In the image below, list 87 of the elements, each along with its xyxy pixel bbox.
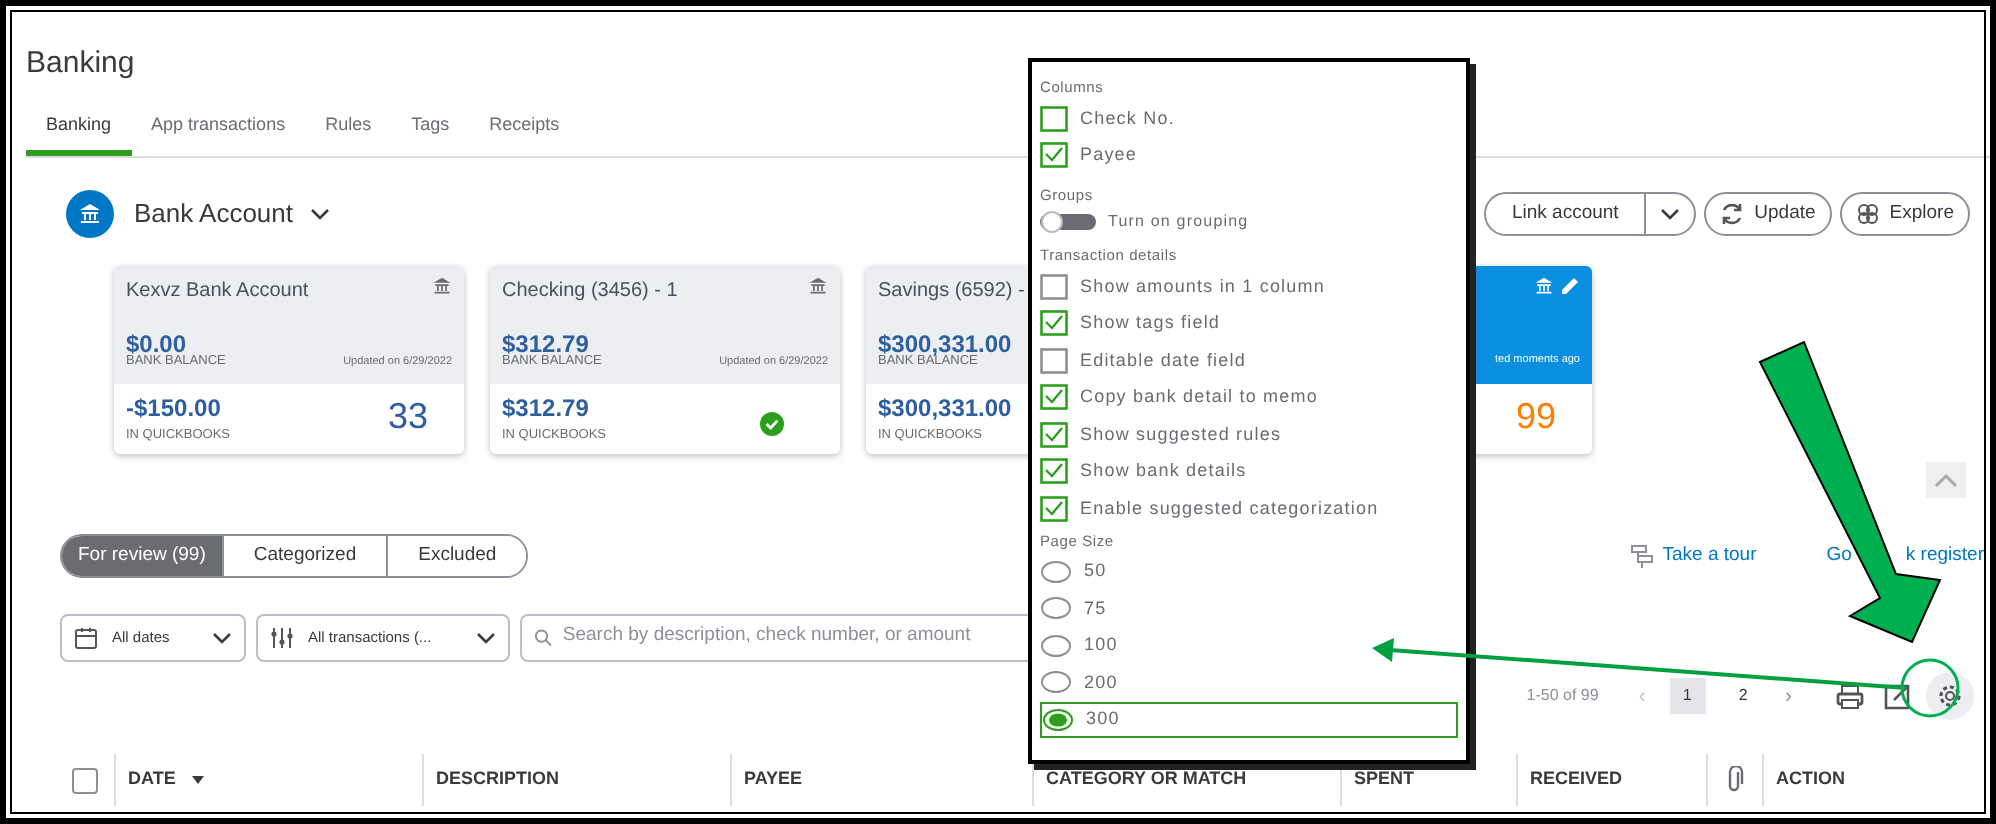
tab[interactable]: Rules xyxy=(305,112,392,156)
select-all-checkbox[interactable] xyxy=(72,767,98,793)
tab[interactable]: Banking xyxy=(26,112,132,156)
toggle-label: Turn on grouping xyxy=(1108,210,1249,234)
settings-button[interactable] xyxy=(1926,672,1974,720)
radio-label: 100 xyxy=(1084,632,1118,658)
checkbox[interactable] xyxy=(1040,273,1068,300)
register-link[interactable]: k register xyxy=(1905,541,1984,571)
radio-label: 50 xyxy=(1084,558,1107,584)
printer-icon xyxy=(1836,683,1864,709)
column-header[interactable]: CATEGORY OR MATCH xyxy=(1046,766,1247,794)
checkbox-label: Payee xyxy=(1080,142,1138,168)
bank-balance: $300,331.00 xyxy=(878,330,1012,358)
column-header[interactable]: ACTION xyxy=(1776,766,1845,794)
checkbox[interactable] xyxy=(1040,421,1068,448)
tab[interactable]: Receipts xyxy=(469,112,580,156)
bank-balance: $312.79 xyxy=(502,330,589,358)
bank-icon xyxy=(1534,276,1554,296)
chevron-up-icon xyxy=(1934,472,1958,488)
checkbox[interactable] xyxy=(1040,347,1068,374)
bank-icon xyxy=(808,276,828,296)
account-name: Savings (6592) - xyxy=(878,278,1025,306)
page-button[interactable]: 1 xyxy=(1669,678,1706,714)
checkbox-label: Check No. xyxy=(1080,105,1175,131)
review-count: 99 xyxy=(1515,394,1556,440)
column-header[interactable]: SPENT xyxy=(1354,766,1415,794)
quickbooks-balance: $312.79 xyxy=(502,392,591,426)
chevron-down-icon xyxy=(476,631,496,643)
account-name: Checking (3456) - 1 xyxy=(502,278,678,306)
chevron-down-icon xyxy=(1660,208,1681,220)
update-button[interactable]: Update xyxy=(1704,192,1832,236)
page-title: Banking xyxy=(26,44,135,84)
checkbox[interactable] xyxy=(1040,458,1068,485)
paperclip-icon xyxy=(1726,766,1744,794)
search-icon xyxy=(534,627,553,647)
checkbox[interactable] xyxy=(1040,310,1068,337)
checkbox-label: Enable suggested categorization xyxy=(1080,495,1379,522)
export-button[interactable] xyxy=(1884,683,1910,709)
radio-button[interactable] xyxy=(1040,596,1072,621)
highlight-ring xyxy=(1900,658,1960,718)
radio-button[interactable] xyxy=(1040,633,1072,658)
bank-icon xyxy=(66,190,114,238)
checkbox-label: Show bank details xyxy=(1080,458,1247,484)
refresh-icon xyxy=(1720,202,1745,226)
print-button[interactable] xyxy=(1836,683,1864,709)
review-tab[interactable]: Excluded xyxy=(386,536,527,576)
toggle-switch[interactable] xyxy=(1040,210,1096,234)
review-count: 33 xyxy=(387,394,428,441)
tab[interactable]: Tags xyxy=(391,112,470,156)
radio-label: 75 xyxy=(1084,595,1107,621)
settings-icon xyxy=(1936,682,1964,710)
radio-button[interactable] xyxy=(1042,707,1074,732)
checkbox[interactable] xyxy=(1040,495,1068,522)
explore-button[interactable]: Explore xyxy=(1839,192,1970,236)
bank-balance: $0.00 xyxy=(126,330,187,358)
bank-icon xyxy=(432,276,452,296)
checkbox-label: Show tags field xyxy=(1080,310,1221,336)
register-link[interactable]: Go xyxy=(1826,541,1852,571)
pencil-icon xyxy=(1560,276,1580,296)
page-range: 1-50 of 99 xyxy=(1526,684,1599,708)
scroll-up-button[interactable] xyxy=(1926,462,1966,498)
checkbox[interactable] xyxy=(1040,384,1068,411)
account-name: Kexvz Bank Account xyxy=(126,278,309,306)
column-header[interactable]: DATE xyxy=(128,766,176,794)
column-header[interactable]: PAYEE xyxy=(744,766,803,794)
radio-button[interactable] xyxy=(1040,559,1072,584)
sliders-icon xyxy=(270,625,294,649)
chevron-down-icon xyxy=(212,631,232,643)
take-tour-link[interactable]: Take a tour xyxy=(1630,541,1757,571)
column-header[interactable]: RECEIVED xyxy=(1530,766,1623,794)
review-tab[interactable]: For review (99) xyxy=(62,536,222,576)
account-dropdown[interactable]: Bank Account xyxy=(134,194,329,234)
tab[interactable]: App transactions xyxy=(131,112,306,156)
circles-icon xyxy=(1855,202,1880,226)
export-icon xyxy=(1884,683,1910,709)
quickbooks-balance: $300,331.00 xyxy=(878,392,1012,426)
checkbox[interactable] xyxy=(1040,142,1068,169)
checkbox[interactable] xyxy=(1040,105,1068,132)
chevron-down-icon xyxy=(309,208,329,220)
signpost-icon xyxy=(1630,544,1655,568)
calendar-icon xyxy=(74,625,98,649)
radio-label: 200 xyxy=(1084,669,1118,695)
radio-label: 300 xyxy=(1086,706,1120,732)
radio-button[interactable] xyxy=(1040,670,1072,695)
column-header[interactable]: DESCRIPTION xyxy=(436,766,560,794)
quickbooks-balance: -$150.00 xyxy=(126,392,223,426)
page-button[interactable]: 2 xyxy=(1725,678,1762,714)
